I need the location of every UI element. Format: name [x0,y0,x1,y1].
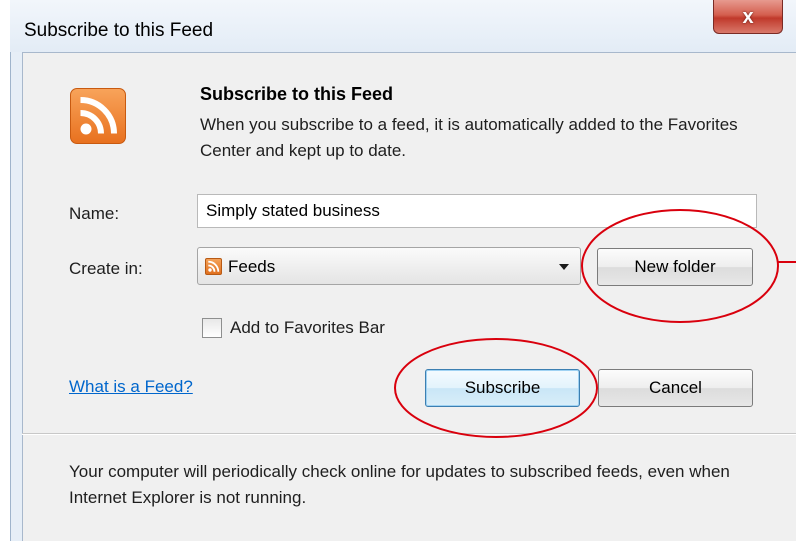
rss-feed-icon [205,258,222,275]
create-in-value: Feeds [228,257,276,276]
dialog-heading: Subscribe to this Feed [200,84,394,104]
subscribe-button[interactable]: Subscribe [425,369,580,407]
chevron-down-icon[interactable] [559,264,569,270]
new-folder-button[interactable]: New folder [597,248,753,286]
rss-feed-icon-graphic [80,97,117,135]
dialog-description: When you subscribe to a feed, it is auto… [200,115,738,160]
name-input[interactable] [197,194,757,228]
footer-divider [22,433,796,435]
what-is-a-feed-link[interactable]: What is a Feed? [69,377,193,397]
add-to-favorites-bar-label[interactable]: Add to Favorites Bar [230,318,385,338]
cancel-button[interactable]: Cancel [598,369,753,407]
close-button[interactable]: x [713,0,783,34]
close-icon: x [742,5,754,28]
create-in-label: Create in: [69,259,143,278]
window-title: Subscribe to this Feed [24,20,214,41]
rss-feed-icon [70,88,126,144]
create-in-dropdown[interactable]: Feeds [197,247,581,285]
footer-note: Your computer will periodically check on… [69,462,730,507]
name-label: Name: [69,204,120,223]
rss-feed-icon-graphic [208,260,220,272]
add-to-favorites-bar-checkbox[interactable] [202,318,222,338]
